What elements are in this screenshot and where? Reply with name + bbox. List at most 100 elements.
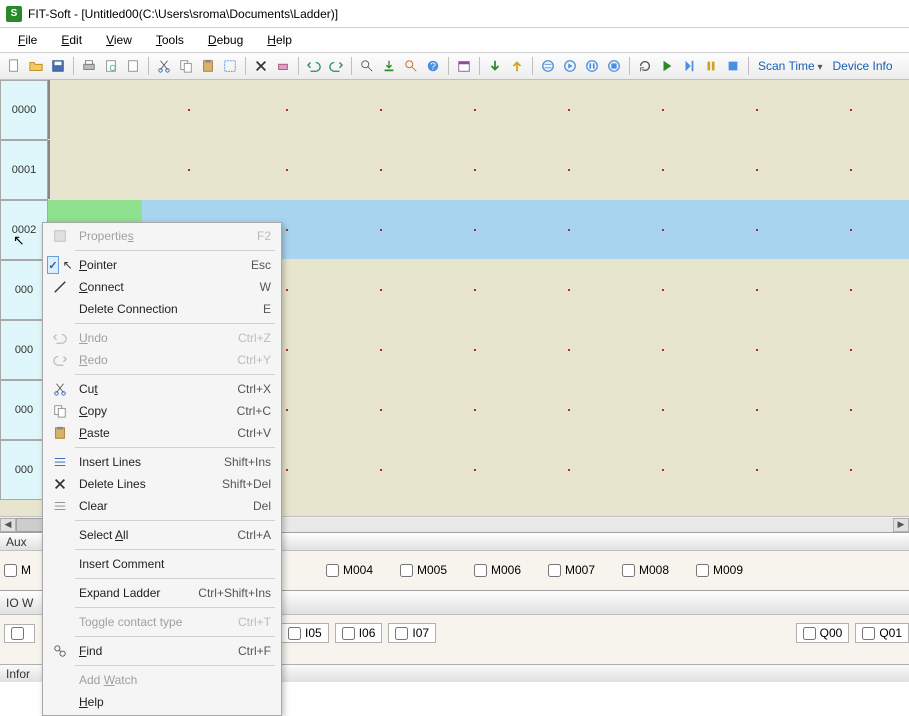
grid-tick [756,109,758,111]
ctx-item[interactable]: ClearDel [45,495,279,517]
aux-checkbox[interactable] [400,564,413,577]
ctx-shortcut: Ctrl+Y [237,353,271,367]
io-input-cell[interactable]: I07 [388,623,436,643]
ctx-item[interactable]: ConnectW [45,276,279,298]
online-icon[interactable] [538,56,558,76]
grid-tick [286,229,288,231]
row-header[interactable]: 0000 [0,80,48,140]
help-icon[interactable]: ? [423,56,443,76]
ctx-item[interactable]: PasteCtrl+V [45,422,279,444]
ctx-item[interactable]: Expand LadderCtrl+Shift+Ins [45,582,279,604]
monitor-pause-icon[interactable] [582,56,602,76]
grid-tick [286,289,288,291]
aux-checkbox[interactable] [696,564,709,577]
scroll-right-icon[interactable]: ▶ [893,518,909,532]
device-info-label[interactable]: Device Info [829,59,897,73]
stop-icon[interactable] [723,56,743,76]
pause-icon[interactable] [701,56,721,76]
io-checkbox[interactable] [288,627,301,640]
undo-icon[interactable] [304,56,324,76]
cut-icon[interactable] [154,56,174,76]
ctx-item[interactable]: Select AllCtrl+A [45,524,279,546]
aux-cell[interactable]: M005 [400,563,466,577]
print-icon[interactable] [79,56,99,76]
find-icon[interactable] [357,56,377,76]
io-checkbox[interactable] [342,627,355,640]
aux-cell[interactable]: M004 [326,563,392,577]
io-output-cell[interactable]: Q00 [796,623,850,643]
aux-checkbox[interactable] [4,564,17,577]
aux-cell[interactable]: M007 [548,563,614,577]
menu-debug[interactable]: Debug [198,31,253,49]
aux-checkbox[interactable] [548,564,561,577]
ctx-item[interactable]: Insert Comment [45,553,279,575]
io-input-cell[interactable] [4,624,35,643]
monitor-start-icon[interactable] [560,56,580,76]
ctx-item[interactable]: Insert LinesShift+Ins [45,451,279,473]
ctx-item[interactable]: Help [45,691,279,713]
io-checkbox[interactable] [862,627,875,640]
copy-icon[interactable] [176,56,196,76]
menu-tools[interactable]: Tools [146,31,194,49]
io-input-cell[interactable]: I06 [335,623,383,643]
ctx-shortcut: Ctrl+V [237,426,271,440]
refresh-icon[interactable] [635,56,655,76]
run-icon[interactable] [657,56,677,76]
ladder-row[interactable] [48,80,909,140]
aux-cell[interactable]: M006 [474,563,540,577]
preview-icon[interactable] [101,56,121,76]
menu-view[interactable]: View [96,31,142,49]
ctx-item[interactable]: Delete ConnectionE [45,298,279,320]
ctx-item[interactable]: FindCtrl+F [45,640,279,662]
scan-time-label[interactable]: Scan Time [754,59,827,73]
step-icon[interactable] [679,56,699,76]
menu-help[interactable]: Help [257,31,302,49]
ctx-item[interactable]: CutCtrl+X [45,378,279,400]
io-checkbox[interactable] [11,627,24,640]
aux-cell[interactable]: M009 [696,563,762,577]
blank-icon [49,300,71,318]
aux-checkbox[interactable] [474,564,487,577]
clear-icon[interactable] [273,56,293,76]
download-icon[interactable] [379,56,399,76]
ctx-item[interactable]: CopyCtrl+C [45,400,279,422]
row-header[interactable]: 000 [0,440,48,500]
ladder-row[interactable] [48,140,909,200]
row-header[interactable]: 000 [0,260,48,320]
io-checkbox[interactable] [803,627,816,640]
upload-icon[interactable] [401,56,421,76]
scroll-left-icon[interactable]: ◀ [0,518,16,532]
io-output-cell[interactable]: Q01 [855,623,909,643]
open-icon[interactable] [26,56,46,76]
new-icon[interactable] [4,56,24,76]
calendar-icon[interactable] [454,56,474,76]
row-header-column: 000000010002000000000000 [0,80,48,532]
aux-checkbox[interactable] [622,564,635,577]
delete-icon[interactable] [251,56,271,76]
page-setup-icon[interactable] [123,56,143,76]
row-header[interactable]: 000 [0,380,48,440]
save-icon[interactable] [48,56,68,76]
grid-tick [568,469,570,471]
app-icon: S [6,6,22,22]
io-checkbox[interactable] [395,627,408,640]
monitor-stop-icon[interactable] [604,56,624,76]
select-all-icon[interactable] [220,56,240,76]
row-header[interactable]: 0002 [0,200,48,260]
ctx-item[interactable]: Delete LinesShift+Del [45,473,279,495]
arrow-down-green-icon[interactable] [485,56,505,76]
title-bar: S FIT-Soft - [Untitled00(C:\Users\sroma\… [0,0,909,28]
ctx-item[interactable]: ✓↖PointerEsc [45,254,279,276]
grid-tick [286,109,288,111]
paste-icon[interactable] [198,56,218,76]
arrow-up-yellow-icon[interactable] [507,56,527,76]
io-input-cell[interactable]: I05 [281,623,329,643]
menu-file[interactable]: File [8,31,47,49]
row-header[interactable]: 0001 [0,140,48,200]
row-header[interactable]: 000 [0,320,48,380]
redo-icon[interactable] [326,56,346,76]
menu-edit[interactable]: Edit [51,31,92,49]
aux-cell[interactable]: M008 [622,563,688,577]
context-menu[interactable]: PropertiesF2✓↖PointerEscConnectWDelete C… [42,222,282,716]
aux-checkbox[interactable] [326,564,339,577]
